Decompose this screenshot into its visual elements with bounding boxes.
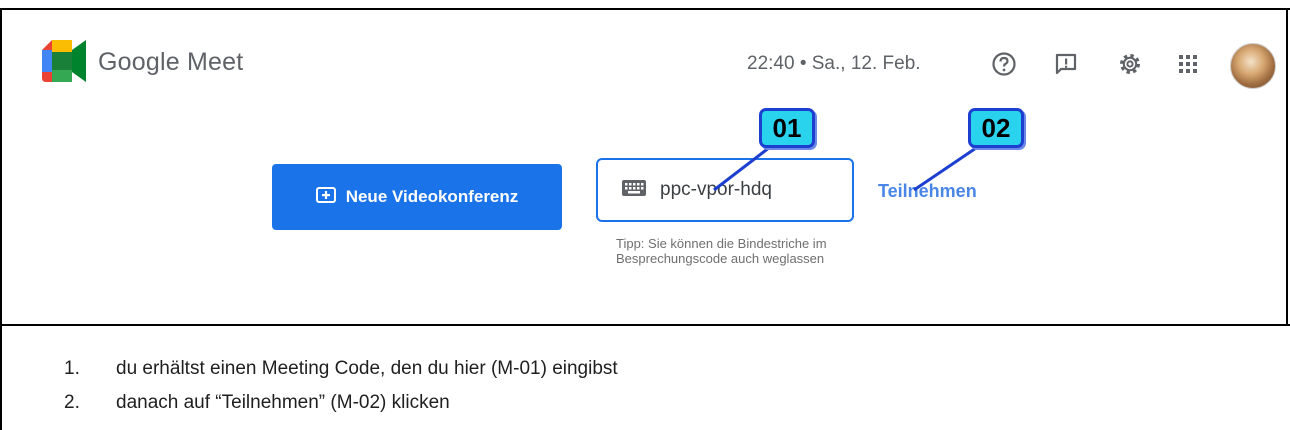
instruction-number: 1. xyxy=(64,358,80,379)
meeting-code-input[interactable] xyxy=(660,179,830,201)
instruction-number: 2. xyxy=(64,392,80,413)
keyboard-icon xyxy=(622,179,646,201)
instructions-list: 1. du erhältst einen Meeting Code, den d… xyxy=(64,352,618,420)
frame-right-border xyxy=(1286,8,1288,326)
datetime-label: 22:40 • Sa., 12. Feb. xyxy=(747,53,921,74)
settings-icon[interactable] xyxy=(1114,48,1146,80)
tip-text: Tipp: Sie können die Bindestriche im Bes… xyxy=(616,236,827,266)
meet-screenshot: Google Meet 22:40 • Sa., 12. Feb. Neue V… xyxy=(2,10,1286,324)
feedback-icon[interactable] xyxy=(1050,48,1082,80)
instruction-text: danach auf “Teilnehmen” (M-02) klicken xyxy=(116,392,450,413)
new-meeting-button[interactable]: Neue Videokonferenz xyxy=(272,164,562,230)
new-video-icon xyxy=(315,186,336,209)
instruction-item: 1. du erhältst einen Meeting Code, den d… xyxy=(64,352,618,386)
brand-name: Google Meet xyxy=(98,48,244,76)
marker-02: 02 xyxy=(968,108,1024,148)
avatar[interactable] xyxy=(1230,43,1276,89)
marker-01: 01 xyxy=(759,108,815,148)
frame-divider xyxy=(0,324,1290,326)
meeting-code-field[interactable] xyxy=(596,158,854,222)
apps-grid-icon[interactable] xyxy=(1172,48,1204,80)
join-button[interactable]: Teilnehmen xyxy=(878,181,977,202)
help-icon[interactable] xyxy=(988,48,1020,80)
google-meet-logo-icon xyxy=(40,38,88,84)
new-meeting-label: Neue Videokonferenz xyxy=(345,187,519,206)
instruction-item: 2. danach auf “Teilnehmen” (M-02) klicke… xyxy=(64,386,618,420)
instruction-text: du erhältst einen Meeting Code, den du h… xyxy=(116,358,618,379)
